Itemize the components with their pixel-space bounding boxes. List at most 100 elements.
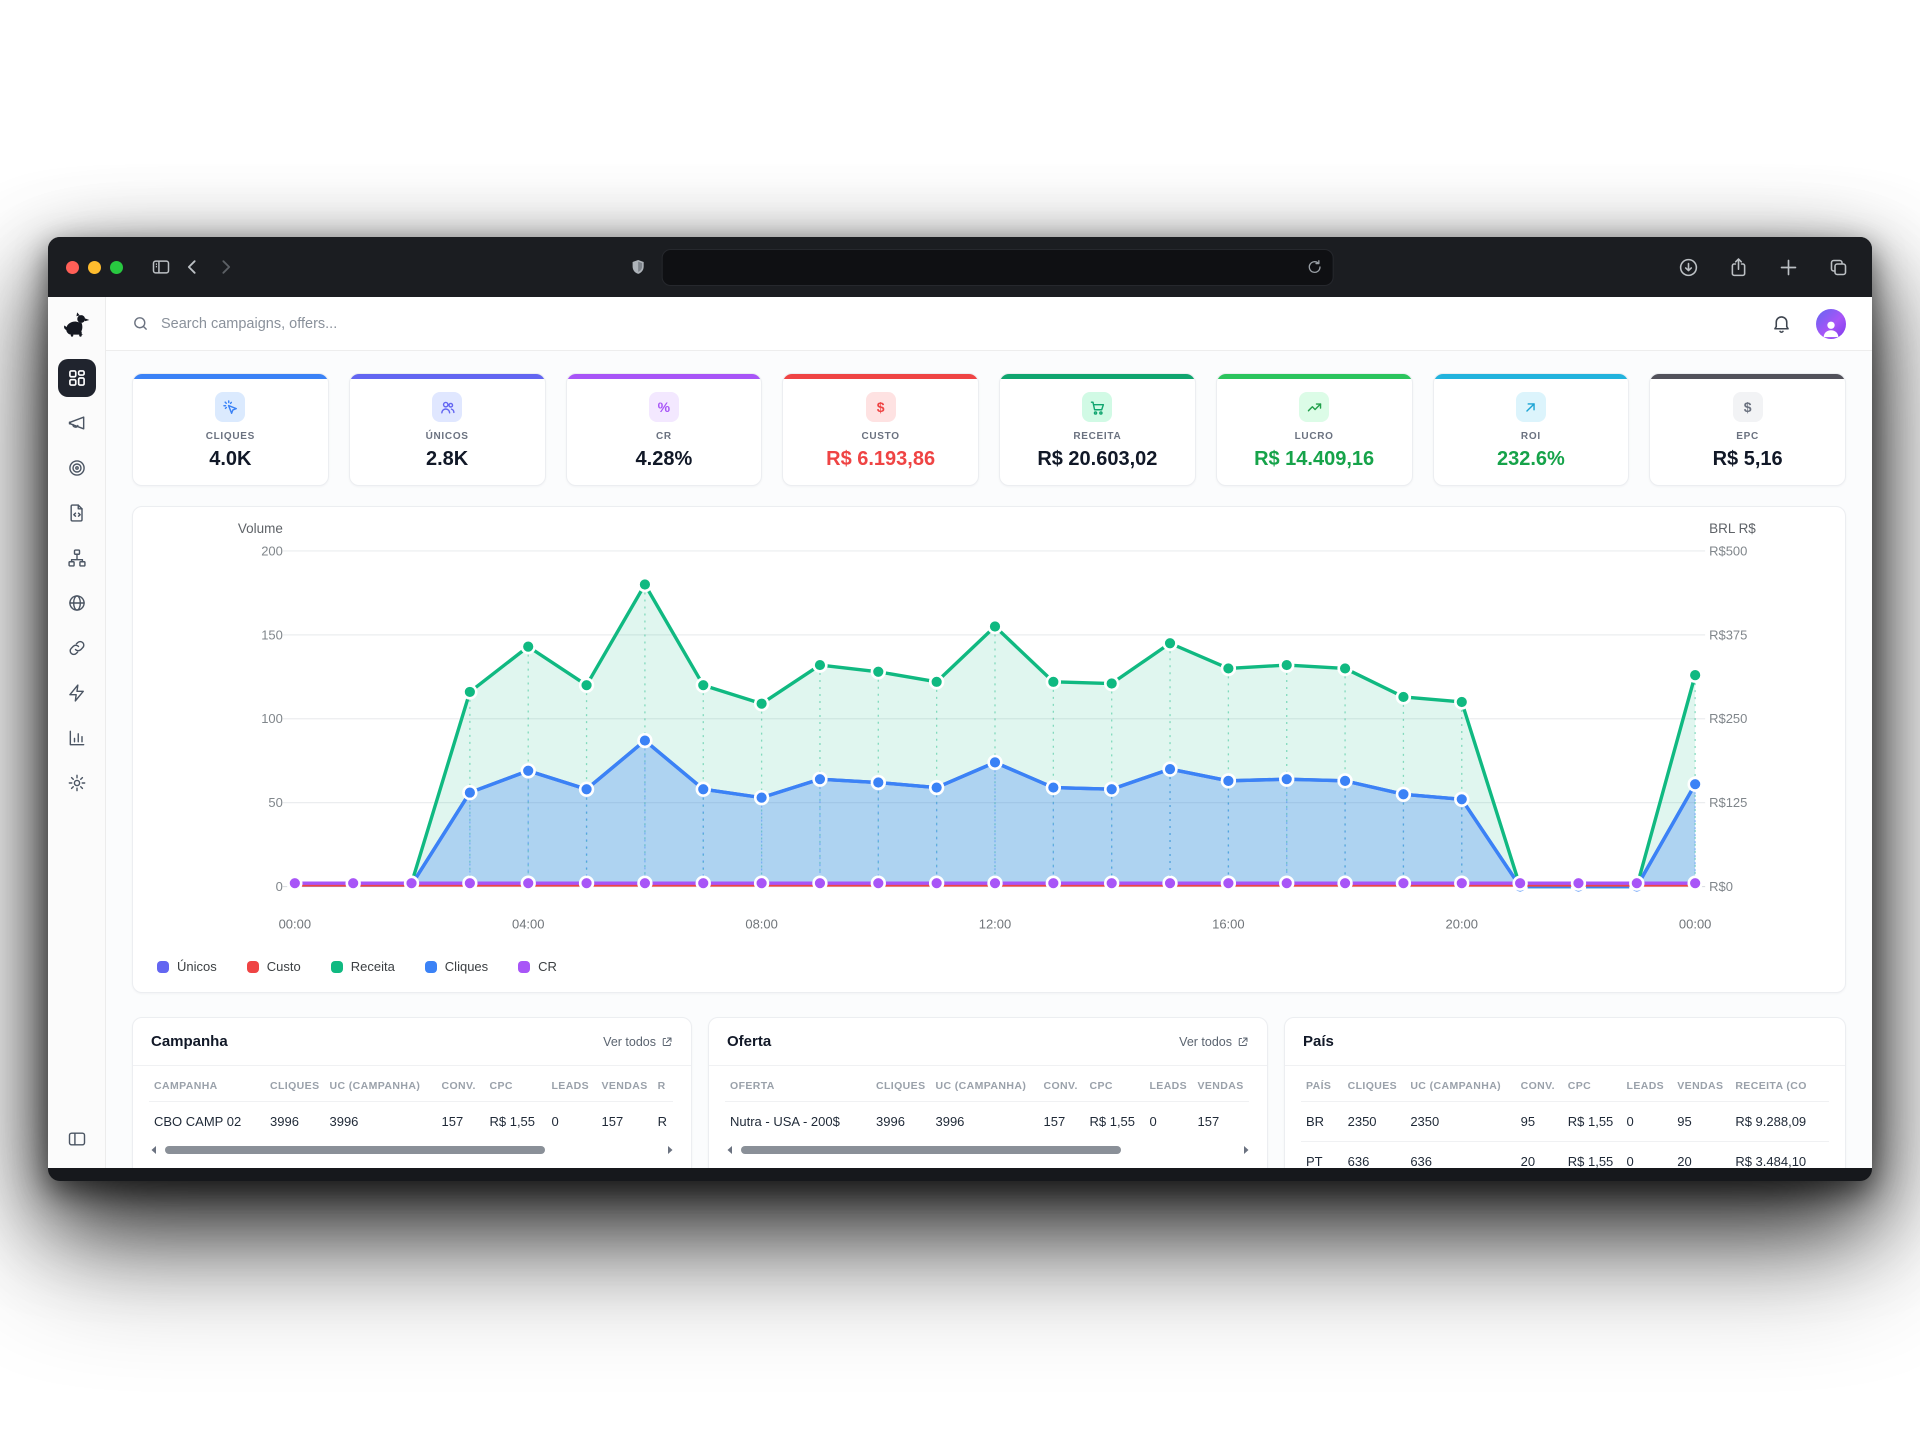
column-header[interactable]: CAMPANHA <box>149 1068 265 1102</box>
column-header[interactable]: VENDAS <box>1672 1068 1730 1102</box>
sidebar-collapse-button[interactable] <box>58 1120 96 1158</box>
scrollbar-track[interactable] <box>165 1146 659 1154</box>
sidebar-item-domains[interactable] <box>58 584 96 622</box>
legend-item-únicos[interactable]: Únicos <box>157 959 217 974</box>
address-bar[interactable] <box>662 249 1334 286</box>
app-header <box>106 297 1872 351</box>
url-input[interactable] <box>673 259 1307 275</box>
new-tab-button[interactable] <box>1772 251 1804 283</box>
table-card-pais: PaísPAÍSCLIQUESUC (CAMPANHA)CONV.CPCLEAD… <box>1284 1017 1846 1168</box>
column-header[interactable]: LEADS <box>1144 1068 1192 1102</box>
sidebar-item-landers[interactable] <box>58 494 96 532</box>
legend-item-custo[interactable]: Custo <box>247 959 301 974</box>
column-header[interactable]: VENDAS <box>596 1068 652 1102</box>
forward-button[interactable] <box>209 251 241 283</box>
sidebar-item-automations[interactable] <box>58 674 96 712</box>
sidebar-item-settings[interactable] <box>58 764 96 802</box>
kpi-value: R$ 5,16 <box>1650 448 1845 471</box>
column-header[interactable]: LEADS <box>1622 1068 1673 1102</box>
legend-swatch <box>425 961 437 973</box>
sidebar-toggle-button[interactable] <box>145 251 177 283</box>
main-column: CLIQUES4.0KÚNICOS2.8K%CR4.28%$CUSTOR$ 6.… <box>106 297 1872 1168</box>
sidebar-item-dashboard[interactable] <box>58 359 96 397</box>
sidebar-item-offers[interactable] <box>58 449 96 487</box>
kpi-card-lucro: LUCROR$ 14.409,16 <box>1216 373 1413 486</box>
sidebar-item-reports[interactable] <box>58 719 96 757</box>
column-header[interactable]: CPC <box>1563 1068 1622 1102</box>
scroll-right-icon[interactable] <box>1241 1145 1251 1155</box>
ver-todos-link[interactable]: Ver todos <box>603 1035 673 1049</box>
file-code-icon <box>67 503 87 523</box>
legend-item-cr[interactable]: CR <box>518 959 557 974</box>
reload-icon[interactable] <box>1307 259 1323 275</box>
kpi-label: ÚNICOS <box>350 431 545 442</box>
close-button[interactable] <box>66 261 79 274</box>
horizontal-scrollbar[interactable] <box>133 1141 691 1167</box>
chevron-right-icon <box>215 257 235 277</box>
column-header[interactable]: CONV. <box>1038 1068 1084 1102</box>
download-icon <box>1678 257 1699 278</box>
scrollbar-thumb[interactable] <box>165 1146 545 1154</box>
ver-todos-link[interactable]: Ver todos <box>1179 1035 1249 1049</box>
scrollbar-track[interactable] <box>741 1146 1235 1154</box>
column-header[interactable]: CPC <box>484 1068 546 1102</box>
table-cell: 3996 <box>324 1102 436 1142</box>
column-header[interactable]: OFERTA <box>725 1068 871 1102</box>
legend-label: Únicos <box>177 959 217 974</box>
minimize-button[interactable] <box>88 261 101 274</box>
svg-text:200: 200 <box>261 543 283 558</box>
column-header[interactable]: VENDAS <box>1192 1068 1248 1102</box>
table-row[interactable]: PT63663620R$ 1,55020R$ 3.484,10 <box>1301 1142 1829 1168</box>
table-row[interactable]: CBO CAMP 0239963996157R$ 1,550157R <box>149 1102 673 1142</box>
horizontal-scrollbar[interactable] <box>709 1141 1267 1167</box>
column-header[interactable]: CLIQUES <box>265 1068 324 1102</box>
table-cell: R$ 1,55 <box>484 1102 546 1142</box>
column-header[interactable]: R <box>653 1068 673 1102</box>
scroll-right-icon[interactable] <box>665 1145 675 1155</box>
data-table-pais: PAÍSCLIQUESUC (CAMPANHA)CONV.CPCLEADSVEN… <box>1301 1068 1829 1168</box>
column-header[interactable]: CONV. <box>436 1068 484 1102</box>
legend-item-receita[interactable]: Receita <box>331 959 395 974</box>
table-cell: R$ 1,55 <box>1563 1102 1622 1142</box>
share-button[interactable] <box>1722 251 1754 283</box>
svg-text:150: 150 <box>261 627 283 642</box>
table-row[interactable]: Nutra - USA - 200$39963996157R$ 1,550157 <box>725 1102 1249 1142</box>
column-header[interactable]: UC (CAMPANHA) <box>930 1068 1038 1102</box>
kpi-accent-bar <box>1217 374 1412 379</box>
column-header[interactable]: UC (CAMPANHA) <box>1405 1068 1515 1102</box>
column-header[interactable]: CLIQUES <box>1343 1068 1406 1102</box>
back-button[interactable] <box>177 251 209 283</box>
legend-item-cliques[interactable]: Cliques <box>425 959 488 974</box>
sidebar-item-links[interactable] <box>58 629 96 667</box>
column-header[interactable]: LEADS <box>546 1068 596 1102</box>
column-header[interactable]: PAÍS <box>1301 1068 1343 1102</box>
column-header[interactable]: UC (CAMPANHA) <box>324 1068 436 1102</box>
search-input[interactable] <box>161 316 581 332</box>
scroll-left-icon[interactable] <box>725 1145 735 1155</box>
column-header[interactable]: CONV. <box>1516 1068 1563 1102</box>
legend-swatch <box>247 961 259 973</box>
scrollbar-thumb[interactable] <box>741 1146 1121 1154</box>
table-cell: 636 <box>1405 1142 1515 1168</box>
dog-logo-icon <box>63 311 90 338</box>
svg-text:R$0: R$0 <box>1709 879 1733 894</box>
column-header[interactable]: CLIQUES <box>871 1068 930 1102</box>
column-header[interactable]: RECEITA (CO <box>1730 1068 1829 1102</box>
dollar-icon: $ <box>877 399 885 415</box>
link-icon <box>67 638 87 658</box>
avatar[interactable] <box>1816 309 1846 339</box>
column-header[interactable]: CPC <box>1084 1068 1144 1102</box>
downloads-button[interactable] <box>1672 251 1704 283</box>
sidebar-item-campaigns[interactable] <box>58 404 96 442</box>
tab-overview-button[interactable] <box>1822 251 1854 283</box>
sidebar-item-flows[interactable] <box>58 539 96 577</box>
external-link-icon <box>661 1036 673 1048</box>
zoom-button[interactable] <box>110 261 123 274</box>
bell-icon[interactable] <box>1771 313 1792 334</box>
kpi-icon-box: % <box>649 392 679 422</box>
table-row[interactable]: BR2350235095R$ 1,55095R$ 9.288,09 <box>1301 1102 1829 1142</box>
table-title-oferta: Oferta <box>727 1033 771 1050</box>
table-cell: 157 <box>1038 1102 1084 1142</box>
app-logo[interactable] <box>48 297 105 351</box>
scroll-left-icon[interactable] <box>149 1145 159 1155</box>
